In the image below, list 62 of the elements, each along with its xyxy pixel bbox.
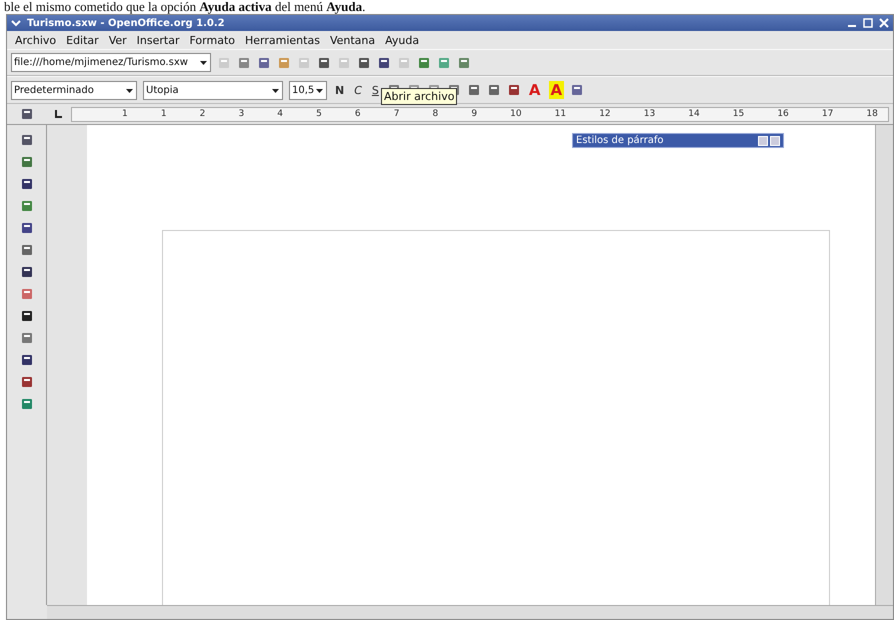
tool-icon[interactable]: [20, 265, 34, 279]
toolbar-icon[interactable]: [317, 56, 331, 70]
ruler-number: 14: [688, 109, 700, 119]
tooltip: Abrir archivo: [381, 88, 458, 105]
ruler-number: 16: [777, 109, 789, 119]
size-dropdown[interactable]: 10,5: [289, 80, 327, 100]
toolbar-icon[interactable]: [257, 56, 271, 70]
highlight-button[interactable]: A: [548, 81, 564, 99]
ruler-number: 17: [822, 109, 834, 119]
panel-title: Estilos de párrafo: [576, 135, 664, 146]
font-color-button[interactable]: A: [526, 81, 542, 99]
url-field[interactable]: file:///home/mjimenez/Turismo.sxw: [11, 53, 211, 72]
tool-icon[interactable]: [20, 177, 34, 191]
ruler-number: 2: [200, 109, 206, 119]
toolbar-icon[interactable]: [357, 56, 371, 70]
styles-panel[interactable]: Estilos de párrafo: [572, 133, 784, 148]
tool-icon[interactable]: [20, 309, 34, 323]
tab-stop-icon[interactable]: [53, 108, 65, 120]
maximize-icon[interactable]: [863, 18, 873, 28]
ruler-number: 12: [599, 109, 611, 119]
format-button[interactable]: S: [370, 81, 381, 99]
font-dropdown[interactable]: Utopia: [143, 80, 283, 100]
ruler-number: 1: [122, 109, 128, 119]
horizontal-scrollbar[interactable]: [47, 605, 893, 619]
ruler-number: 5: [316, 109, 322, 119]
ruler-number: 10: [510, 109, 522, 119]
menu-item[interactable]: Archivo: [15, 34, 56, 46]
tool-icon[interactable]: [20, 133, 34, 147]
format-button[interactable]: C: [352, 81, 364, 99]
style-dropdown[interactable]: Predeterminado: [11, 80, 137, 100]
menu-item[interactable]: Herramientas: [245, 34, 320, 46]
toolbar-icon[interactable]: [417, 56, 431, 70]
ruler-number: 8: [432, 109, 438, 119]
vertical-scrollbar[interactable]: [875, 125, 893, 605]
menu-item[interactable]: Ventana: [330, 34, 376, 46]
menu-item[interactable]: Ver: [108, 34, 127, 46]
ruler-number: 18: [866, 109, 878, 119]
window-title: Turismo.sxw - OpenOffice.org 1.0.2: [27, 18, 226, 28]
tool-icon[interactable]: [20, 375, 34, 389]
ruler-number: 6: [354, 109, 361, 119]
menu-item[interactable]: Ayuda: [385, 34, 420, 46]
menu-item[interactable]: Insertar: [136, 34, 180, 46]
ruler-number: 7: [394, 109, 400, 119]
chevron-icon[interactable]: [11, 18, 21, 28]
toolbar-icon[interactable]: [457, 56, 471, 70]
ruler-number: 1: [160, 109, 167, 119]
caption-text: ble el mismo cometido que la opción Ayuda activa del menú Ayuda.: [3, 0, 366, 14]
close-icon[interactable]: [879, 18, 889, 28]
panel-buttons-icon[interactable]: [758, 136, 780, 146]
ruler-number: 3: [238, 109, 244, 119]
tool-icon[interactable]: [20, 221, 34, 235]
menu-item[interactable]: Formato: [190, 34, 235, 46]
dropdown-arrow-icon[interactable]: [199, 58, 208, 67]
ruler-number: 11: [554, 109, 566, 119]
ruler-number: 13: [644, 109, 656, 119]
ruler-number: 4: [277, 109, 283, 119]
ruler-number: 9: [471, 109, 478, 119]
ruler-number: 15: [732, 109, 744, 119]
menu-item[interactable]: Editar: [66, 34, 99, 46]
format-button[interactable]: N: [333, 81, 346, 99]
tool-icon[interactable]: [20, 353, 34, 367]
toolbar-icon[interactable]: [377, 56, 391, 70]
